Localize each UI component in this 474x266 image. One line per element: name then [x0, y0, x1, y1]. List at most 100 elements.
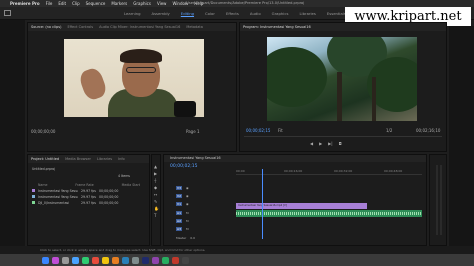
calendar-icon[interactable] [92, 256, 99, 264]
step-back-icon[interactable]: ◀ [310, 141, 313, 146]
eye-icon[interactable]: ◉ [186, 186, 189, 190]
hand-icon[interactable]: ✋ [154, 205, 159, 212]
project-file-label: Untitled.prproj [32, 166, 56, 171]
tab-info[interactable]: Info [118, 155, 125, 163]
ws-graphics[interactable]: Graphics [272, 7, 289, 20]
pen-icon[interactable]: ✎ [154, 198, 159, 205]
trash-icon[interactable] [182, 256, 189, 264]
youtube-icon[interactable] [172, 256, 179, 264]
tab-metadata[interactable]: Metadata [186, 23, 203, 31]
track-label[interactable]: V1 [176, 201, 182, 206]
right-strip [449, 26, 474, 258]
track-label[interactable]: A3 [176, 226, 182, 231]
fit-dropdown[interactable]: Fit [278, 128, 283, 133]
finder-icon[interactable] [42, 256, 49, 264]
ws-libraries[interactable]: Libraries [299, 7, 315, 20]
premiere-icon[interactable] [142, 256, 149, 264]
audio-meters [429, 154, 447, 246]
source-timecode: 00;00;00;00 [31, 129, 56, 134]
ruler-tick: 00;00;32;00 [334, 169, 353, 173]
ws-color[interactable]: Color [205, 7, 215, 20]
video-clip[interactable]: Instrumentasi Yang Sesuai16.mp4 [V] [236, 203, 367, 209]
ws-effects[interactable]: Effects [226, 7, 239, 20]
menu-view[interactable]: View [157, 1, 167, 6]
launchpad-icon[interactable] [62, 256, 69, 264]
track-label[interactable]: A2 [176, 218, 182, 223]
tab-source[interactable]: Source: (no clips) [31, 23, 61, 31]
tab-libraries[interactable]: Libraries [97, 155, 112, 163]
timeline-ruler[interactable]: 00;00 00;00;16;00 00;00;32;00 00;00;48;0… [236, 169, 422, 175]
col-start[interactable]: Media Start [122, 183, 140, 187]
ws-assembly[interactable]: Assembly [151, 7, 169, 20]
type-icon[interactable]: T [154, 212, 159, 219]
eye-icon[interactable]: ◉ [186, 202, 189, 206]
tree-trunk [337, 72, 342, 121]
notes-icon[interactable] [102, 256, 109, 264]
menu-app[interactable]: Premiere Pro [10, 1, 40, 6]
col-rate[interactable]: Frame Rate [75, 183, 93, 187]
master-value[interactable]: 0.0 [190, 236, 195, 240]
home-icon[interactable] [4, 10, 11, 16]
tab-audio-clip-mixer[interactable]: Audio Clip Mixer: Instrumentasi Yang Ses… [99, 23, 180, 31]
list-item[interactable]: Instrumentasi Yang Sesuai16 29.97 fps 00… [32, 194, 118, 199]
eye-icon[interactable]: ◉ [186, 194, 189, 198]
play-icon[interactable]: ▶ [319, 141, 322, 146]
program-scrubbar[interactable] [244, 136, 442, 137]
razor-icon[interactable]: ◆ [154, 184, 159, 191]
ripple-edit-icon[interactable]: ┼ [154, 177, 159, 184]
timeline-tab[interactable]: Instrumentasi Yang Sesuai16 [164, 155, 426, 162]
safari-icon[interactable] [72, 256, 79, 264]
slip-icon[interactable]: ↔ [154, 191, 159, 198]
col-name[interactable]: Name [38, 183, 47, 187]
menubar: Premiere Pro File Edit Clip Sequence Mar… [0, 0, 474, 7]
track-label[interactable]: V2 [176, 193, 182, 198]
photos-icon[interactable] [112, 256, 119, 264]
list-item[interactable]: Instrumentasi Yang Sesuai16 29.97 fps 00… [32, 188, 118, 193]
menu-markers[interactable]: Markers [111, 1, 127, 6]
messages-icon[interactable] [82, 256, 89, 264]
program-duration: 00;02;16;10 [416, 128, 441, 133]
playhead[interactable] [262, 169, 263, 239]
siri-icon[interactable] [52, 256, 59, 264]
selection-tool-icon[interactable]: ▲ [154, 163, 159, 170]
track-a1: A1 M [164, 210, 234, 215]
list-item[interactable]: DJI_0/Instrumentasi 29.97 fps 00;00;00;0… [32, 200, 118, 205]
left-strip [0, 20, 25, 258]
settings-icon[interactable] [132, 256, 139, 264]
track-a3: A3 M [164, 226, 234, 231]
menu-file[interactable]: File [46, 1, 53, 6]
menu-clip[interactable]: Clip [72, 1, 80, 6]
screen: Premiere Pro File Edit Clip Sequence Mar… [0, 0, 474, 266]
tab-program[interactable]: Program: Instrumentasi Yang Sesuai16 [243, 23, 311, 31]
step-forward-icon[interactable]: ▶| [328, 141, 332, 146]
tools-panel: ▲ ▶ ┼ ◆ ↔ ✎ ✋ T [151, 154, 161, 246]
ws-audio[interactable]: Audio [250, 7, 261, 20]
project-panel: Project: Untitled Media Browser Librarie… [27, 154, 150, 246]
ws-editing[interactable]: Editing [181, 7, 194, 20]
spotify-icon[interactable] [162, 256, 169, 264]
microphone [174, 101, 196, 117]
tree-canopy-left [267, 47, 327, 107]
menu-sequence[interactable]: Sequence [86, 1, 106, 6]
tab-project[interactable]: Project: Untitled [31, 155, 59, 163]
menu-graphics[interactable]: Graphics [133, 1, 151, 6]
track-label[interactable]: A1 [176, 210, 182, 215]
ws-learning[interactable]: Learning [124, 7, 140, 20]
menu-edit[interactable]: Edit [58, 1, 66, 6]
aftereffects-icon[interactable] [152, 256, 159, 264]
tab-media-browser[interactable]: Media Browser [65, 155, 91, 163]
ws-essentials[interactable]: Essentials [327, 7, 346, 20]
track-select-icon[interactable]: ▶ [154, 170, 159, 177]
mute-icon[interactable]: M [186, 227, 189, 231]
appstore-icon[interactable] [122, 256, 129, 264]
meter-left [436, 165, 438, 235]
camera-icon[interactable]: ◘ [339, 141, 342, 146]
audio-clip[interactable] [236, 210, 422, 217]
track-label[interactable]: V3 [176, 185, 182, 190]
track-v2: V2 ◉ [164, 193, 234, 198]
zoom-dropdown[interactable]: 1/2 [386, 128, 392, 133]
label-swatch [32, 189, 35, 192]
mute-icon[interactable]: M [186, 219, 189, 223]
mute-icon[interactable]: M [186, 211, 189, 215]
tab-effect-controls[interactable]: Effect Controls [67, 23, 93, 31]
